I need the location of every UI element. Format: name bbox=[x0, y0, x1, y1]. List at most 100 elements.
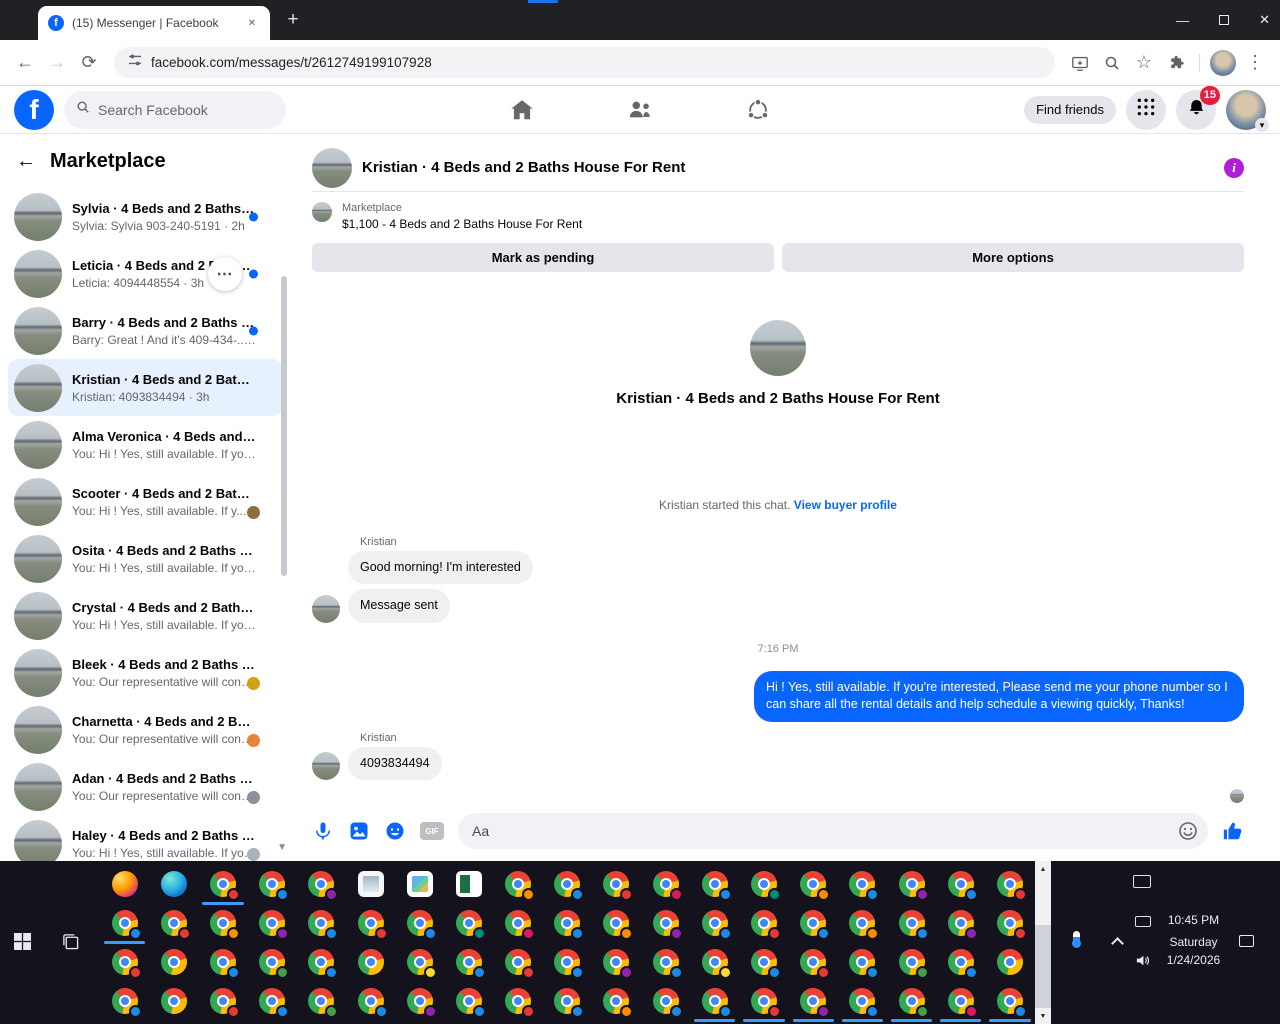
site-info-icon[interactable] bbox=[128, 53, 142, 72]
chrome-taskbar-icon[interactable] bbox=[936, 905, 985, 941]
chrome-taskbar-icon[interactable] bbox=[887, 983, 936, 1022]
chrome-taskbar-icon[interactable] bbox=[149, 944, 198, 980]
chrome-taskbar-icon[interactable] bbox=[690, 983, 739, 1022]
chrome-taskbar-icon[interactable] bbox=[198, 944, 247, 980]
mark-as-pending-button[interactable]: Mark as pending bbox=[312, 243, 774, 272]
facebook-search[interactable] bbox=[64, 90, 286, 129]
task-view-button[interactable] bbox=[62, 933, 79, 955]
weather-thermometer-icon[interactable] bbox=[1072, 931, 1081, 948]
chrome-taskbar-icon[interactable] bbox=[690, 944, 739, 980]
incoming-message-bubble[interactable]: 4093834494 bbox=[348, 746, 442, 780]
firefox-taskbar-icon[interactable] bbox=[100, 866, 149, 902]
chrome-taskbar-icon[interactable] bbox=[985, 866, 1034, 902]
chrome-taskbar-icon[interactable] bbox=[543, 983, 592, 1019]
tablet-device-icon[interactable] bbox=[1133, 875, 1151, 888]
chrome-taskbar-icon[interactable] bbox=[297, 944, 346, 980]
window-minimize-button[interactable]: — bbox=[1176, 13, 1189, 28]
chat-list-item[interactable]: Alma Veronica · 4 Beds and 2 B... You: Hi… bbox=[8, 416, 282, 473]
extensions-icon[interactable] bbox=[1161, 48, 1191, 78]
chat-list-item[interactable]: Sylvia · 4 Beds and 2 Baths Ho... Sylvia:… bbox=[8, 188, 282, 245]
incoming-message-bubble[interactable]: Good morning! I'm interested bbox=[348, 550, 533, 584]
chrome-taskbar-icon[interactable] bbox=[543, 905, 592, 941]
chrome-taskbar-icon[interactable] bbox=[739, 983, 788, 1022]
chrome-taskbar-icon[interactable] bbox=[100, 944, 149, 980]
chrome-taskbar-icon[interactable] bbox=[149, 983, 198, 1019]
facebook-logo[interactable]: f bbox=[14, 89, 54, 130]
chrome-taskbar-icon[interactable] bbox=[346, 944, 395, 980]
chrome-taskbar-icon[interactable] bbox=[641, 866, 690, 902]
marketplace-context[interactable]: Marketplace $1,100 - 4 Beds and 2 Baths … bbox=[312, 192, 1244, 239]
chat-list-item[interactable]: Charnetta · 4 Beds and 2 Bat... You: Our … bbox=[8, 701, 282, 758]
chrome-taskbar-icon[interactable] bbox=[789, 944, 838, 980]
chat-list-item[interactable]: Bleek · 4 Beds and 2 Baths H... You: Our … bbox=[8, 644, 282, 701]
sidebar-scrollbar[interactable] bbox=[281, 276, 287, 576]
chrome-taskbar-icon[interactable] bbox=[198, 905, 247, 941]
chrome-taskbar-icon[interactable] bbox=[543, 944, 592, 980]
browser-profile-avatar[interactable] bbox=[1210, 49, 1236, 76]
hidden-icons-chevron[interactable] bbox=[1111, 937, 1124, 950]
chrome-taskbar-icon[interactable] bbox=[100, 905, 149, 945]
chrome-taskbar-icon[interactable] bbox=[297, 905, 346, 941]
gif-icon[interactable]: GIF bbox=[420, 822, 444, 840]
chat-list-item[interactable]: Osita · 4 Beds and 2 Baths Hous... You: H… bbox=[8, 530, 282, 587]
chrome-taskbar-icon[interactable] bbox=[690, 905, 739, 941]
window-close-button[interactable]: ✕ bbox=[1259, 12, 1270, 28]
chrome-taskbar-icon[interactable] bbox=[494, 983, 543, 1019]
apps-menu-button[interactable] bbox=[1126, 89, 1166, 130]
chrome-taskbar-icon[interactable] bbox=[198, 866, 247, 906]
chrome-taskbar-icon[interactable] bbox=[838, 905, 887, 941]
install-cast-icon[interactable] bbox=[1065, 48, 1095, 78]
chrome-taskbar-icon[interactable] bbox=[641, 983, 690, 1019]
chrome-taskbar-icon[interactable] bbox=[739, 905, 788, 941]
voice-clip-icon[interactable] bbox=[312, 820, 334, 842]
menu-kebab-icon[interactable]: ⋮ bbox=[1240, 48, 1270, 78]
chrome-taskbar-icon[interactable] bbox=[789, 905, 838, 941]
chrome-taskbar-icon[interactable] bbox=[985, 905, 1034, 941]
chrome-taskbar-icon[interactable] bbox=[395, 983, 444, 1019]
chrome-taskbar-icon[interactable] bbox=[444, 905, 493, 941]
chrome-taskbar-icon[interactable] bbox=[248, 866, 297, 902]
chat-list-item[interactable]: Crystal · 4 Beds and 2 Baths Ho... You: H… bbox=[8, 587, 282, 644]
scroll-down-icon[interactable]: ▼ bbox=[1035, 1008, 1051, 1024]
chrome-taskbar-icon[interactable] bbox=[543, 866, 592, 902]
reload-button[interactable]: ⟳ bbox=[74, 48, 104, 78]
chrome-taskbar-icon[interactable] bbox=[789, 866, 838, 902]
chrome-taskbar-icon[interactable] bbox=[592, 866, 641, 902]
notifications-button[interactable]: 15 bbox=[1176, 85, 1220, 130]
chrome-taskbar-icon[interactable] bbox=[592, 905, 641, 941]
chrome-taskbar-icon[interactable] bbox=[838, 866, 887, 902]
chrome-taskbar-icon[interactable] bbox=[248, 905, 297, 941]
sidebar-scroll-down-icon[interactable]: ▼ bbox=[277, 842, 287, 853]
chrome-taskbar-icon[interactable] bbox=[248, 944, 297, 980]
back-button[interactable]: ← bbox=[10, 48, 40, 78]
chrome-taskbar-icon[interactable] bbox=[494, 944, 543, 980]
friends-tab-icon[interactable] bbox=[623, 93, 657, 127]
chrome-taskbar-icon[interactable] bbox=[936, 866, 985, 902]
chat-list-item[interactable]: Scooter · 4 Beds and 2 Baths ... You: Hi … bbox=[8, 473, 282, 530]
view-buyer-profile-link[interactable]: View buyer profile bbox=[794, 498, 897, 512]
address-bar[interactable] bbox=[114, 47, 1055, 78]
chrome-taskbar-icon[interactable] bbox=[838, 983, 887, 1022]
chat-options-button[interactable]: ⋯ bbox=[208, 256, 242, 291]
chrome-taskbar-icon[interactable] bbox=[641, 905, 690, 941]
chrome-taskbar-icon[interactable] bbox=[395, 944, 444, 980]
scroll-thumb[interactable] bbox=[1035, 877, 1051, 925]
account-avatar[interactable] bbox=[1226, 89, 1269, 132]
tray-date[interactable]: 1/24/2026 bbox=[1131, 953, 1256, 967]
chrome-taskbar-icon[interactable] bbox=[641, 944, 690, 980]
tab-close-icon[interactable]: ✕ bbox=[244, 16, 260, 31]
message-input[interactable] bbox=[458, 823, 1208, 839]
chrome-taskbar-icon[interactable] bbox=[985, 944, 1034, 980]
window-maximize-button[interactable] bbox=[1219, 13, 1230, 28]
groups-tab-icon[interactable] bbox=[741, 93, 775, 127]
sheet-taskbar-icon[interactable] bbox=[444, 866, 493, 902]
chrome-taskbar-icon[interactable] bbox=[936, 983, 985, 1022]
chrome-taskbar-icon[interactable] bbox=[346, 983, 395, 1019]
chrome-taskbar-icon[interactable] bbox=[690, 866, 739, 902]
search-input[interactable] bbox=[98, 101, 258, 118]
chrome-taskbar-icon[interactable] bbox=[739, 866, 788, 902]
conversation-info-icon[interactable]: i bbox=[1224, 157, 1244, 178]
url-input[interactable] bbox=[151, 55, 1041, 70]
window-taskbar-icon[interactable] bbox=[346, 866, 395, 902]
chrome-taskbar-icon[interactable] bbox=[444, 944, 493, 980]
